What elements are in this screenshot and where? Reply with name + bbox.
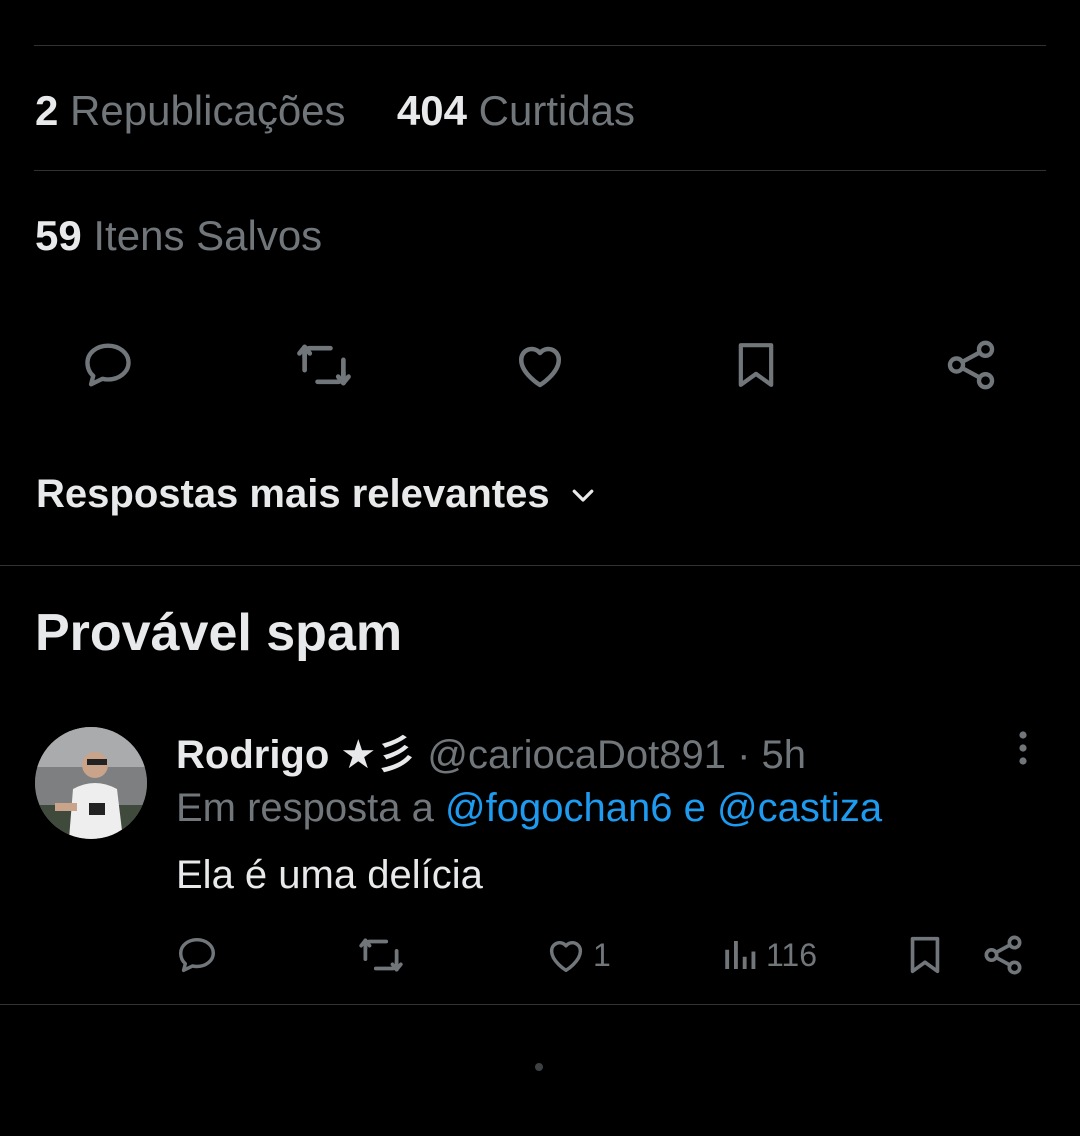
loading-indicator (535, 1063, 543, 1071)
more-options-icon[interactable] (1008, 728, 1038, 768)
reply-views-button[interactable]: 116 (720, 925, 817, 985)
reply-repost-button[interactable] (356, 925, 406, 985)
divider (34, 170, 1046, 171)
reply-action-bar: 1 116 (0, 925, 1080, 985)
replying-to: Em resposta a @fogochan6 e @castiza (176, 786, 882, 831)
reply-view-count: 116 (766, 936, 818, 973)
reposts-stat[interactable]: 2 Republicações (35, 87, 357, 134)
likes-stat[interactable]: 404 Curtidas (397, 87, 635, 134)
reply-header: Rodrigo ★彡 @cariocaDot891 · 5h (176, 722, 806, 780)
repost-icon[interactable] (289, 330, 359, 400)
like-icon[interactable] (505, 330, 575, 400)
truncated-top-text (470, 0, 770, 2)
reply-bookmark-button[interactable] (902, 925, 948, 985)
reply-comment-button[interactable] (174, 925, 220, 985)
reply-text: Ela é uma delícia (176, 853, 483, 897)
repost-icon (359, 938, 403, 972)
bookmark-icon[interactable] (721, 330, 791, 400)
bookmarks-stat[interactable]: 59 Itens Salvos (35, 212, 322, 260)
views-icon (725, 941, 756, 969)
reply-share-button[interactable] (980, 925, 1026, 985)
like-icon (549, 941, 583, 973)
chevron-down-icon (568, 480, 598, 510)
reply-author-handle[interactable]: @cariocaDot891 (427, 733, 726, 777)
section-title: Provável spam (35, 604, 403, 662)
divider (0, 565, 1080, 566)
reply-icon (178, 937, 216, 973)
reply-like-count: 1 (593, 936, 611, 973)
tweet-action-bar (0, 330, 1080, 400)
engagement-stats-row: 2 Republicações 404 Curtidas (35, 87, 635, 135)
avatar[interactable] (35, 727, 147, 839)
divider (34, 45, 1046, 46)
reposts-label: Republicações (70, 87, 346, 134)
mention-link-2[interactable]: @castiza (717, 786, 882, 830)
reposts-count: 2 (35, 87, 59, 134)
divider (0, 1004, 1080, 1005)
separator-dot: · (737, 733, 751, 777)
bookmarks-count: 59 (35, 212, 82, 259)
share-icon[interactable] (936, 330, 1006, 400)
reply-icon[interactable] (73, 330, 143, 400)
bookmark-icon (910, 936, 940, 974)
replies-sort-dropdown[interactable]: Respostas mais relevantes (36, 472, 598, 517)
likes-count: 404 (396, 87, 467, 134)
reply-time[interactable]: 5h (762, 733, 807, 777)
mention-link-1[interactable]: @fogochan6 (445, 786, 672, 830)
likes-label: Curtidas (478, 87, 636, 134)
mention-conjunction: e (683, 786, 706, 830)
bookmarks-label: Itens Salvos (93, 212, 323, 259)
sort-label: Respostas mais relevantes (36, 472, 550, 516)
reply-like-button[interactable]: 1 (543, 925, 611, 985)
reply-author-name[interactable]: Rodrigo ★彡 (176, 733, 416, 777)
replying-prefix: Em resposta a (176, 786, 434, 830)
share-icon (984, 935, 1022, 975)
